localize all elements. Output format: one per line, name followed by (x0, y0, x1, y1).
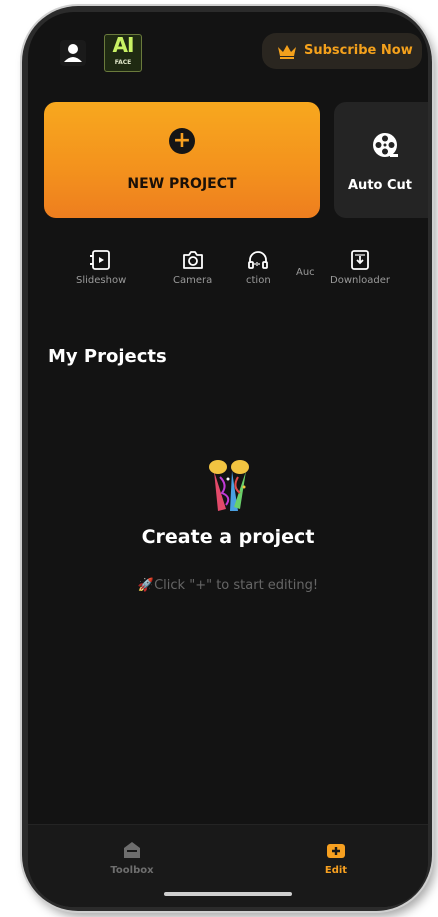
tool-slideshow[interactable]: Slideshow (76, 248, 126, 286)
tool-camera[interactable]: Camera (173, 248, 212, 286)
film-reel-icon (373, 133, 398, 157)
subscribe-button[interactable]: Subscribe Now (262, 33, 422, 69)
empty-state-subtitle: 🚀Click "+" to start editing! (137, 578, 319, 593)
app-screen: AI FACE Subscribe Now + NEW PROJECT Auto… (28, 12, 428, 907)
downloader-icon (351, 250, 369, 270)
tool-label: Downloader (330, 275, 390, 286)
tool-audio[interactable]: Auc (296, 264, 315, 278)
new-project-label: NEW PROJECT (127, 176, 237, 192)
tool-audio-extraction[interactable]: ction (246, 248, 271, 286)
nav-toolbox[interactable]: Toolbox (92, 839, 172, 876)
toolbox-icon (124, 842, 140, 858)
nav-label: Edit (324, 865, 348, 876)
plus-icon: + (169, 128, 195, 154)
tool-label: Camera (173, 275, 213, 286)
nav-edit[interactable]: Edit (296, 839, 376, 876)
party-popper-icon (209, 460, 249, 511)
auto-cut-label: Auto Cut (348, 178, 412, 193)
slideshow-icon (90, 250, 111, 270)
tool-label: Slideshow (76, 275, 127, 286)
empty-state-title: Create a project (141, 526, 315, 548)
tool-downloader[interactable]: Downloader (330, 248, 390, 286)
home-indicator (164, 892, 292, 896)
auto-cut-button[interactable]: Auto Cut (334, 102, 428, 218)
logo-subtext: FACE (114, 59, 132, 66)
edit-video-icon (327, 844, 345, 858)
profile-icon[interactable] (60, 40, 86, 66)
app-logo: AI FACE (104, 33, 142, 72)
top-bar: AI FACE Subscribe Now (28, 12, 428, 92)
tool-label: ction (246, 275, 271, 286)
logo-text: AI (112, 33, 135, 57)
camera-icon (182, 251, 203, 269)
tool-label: Auc (296, 267, 315, 278)
crown-icon (278, 45, 296, 59)
my-projects-heading: My Projects (48, 346, 167, 367)
headphones-icon (248, 251, 269, 269)
nav-label: Toolbox (110, 865, 154, 876)
new-project-button[interactable]: + NEW PROJECT (44, 102, 320, 218)
subscribe-label: Subscribe Now (304, 43, 413, 58)
